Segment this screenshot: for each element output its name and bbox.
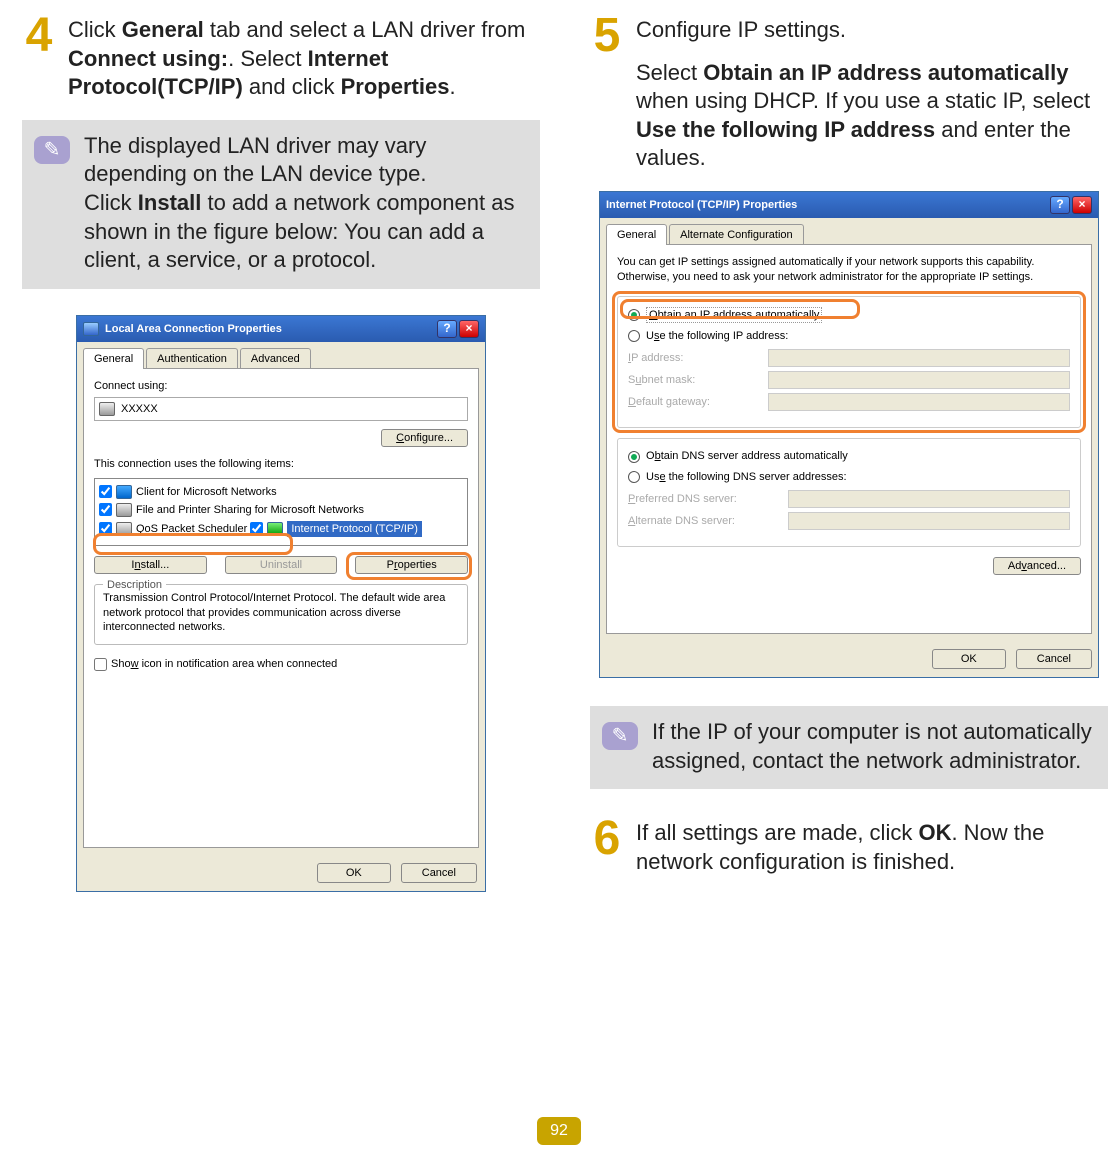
ok-button[interactable]: OK xyxy=(932,649,1006,669)
radio-dot-icon xyxy=(628,471,640,483)
step-4-number: 4 xyxy=(22,12,56,102)
ip-group: Obtain an IP address automatically Use t… xyxy=(617,296,1081,429)
help-button[interactable]: ? xyxy=(1050,196,1070,214)
ip-address-label: IP address: xyxy=(628,351,768,365)
checkbox[interactable] xyxy=(99,485,112,498)
network-items-list[interactable]: Client for Microsoft Networks File and P… xyxy=(94,478,468,547)
step-5-number: 5 xyxy=(590,12,624,173)
connect-using-label: Connect using: xyxy=(94,379,468,393)
radio-use-following-ip[interactable]: Use the following IP address: xyxy=(628,329,1070,343)
page-number: 92 xyxy=(537,1117,581,1145)
client-icon xyxy=(116,485,132,499)
radio-use-following-dns[interactable]: Use the following DNS server addresses: xyxy=(628,470,1070,484)
subnet-field[interactable] xyxy=(768,371,1070,389)
note-1-p1: The displayed LAN driver may vary depend… xyxy=(84,132,526,189)
step-5-line1: Configure IP settings. xyxy=(636,16,1108,45)
gateway-field[interactable] xyxy=(768,393,1070,411)
network-icon xyxy=(83,322,99,336)
checkbox[interactable] xyxy=(250,522,263,535)
qos-icon xyxy=(116,522,132,536)
list-item: Internet Protocol (TCP/IP) xyxy=(250,521,422,537)
alt-dns-field[interactable] xyxy=(788,512,1070,530)
tab-general[interactable]: General xyxy=(606,224,667,245)
ip-address-field[interactable] xyxy=(768,349,1070,367)
gateway-label: Default gateway: xyxy=(628,395,768,409)
close-button[interactable]: × xyxy=(459,320,479,338)
tab-advanced[interactable]: Advanced xyxy=(240,348,311,369)
note-1: ✎ The displayed LAN driver may vary depe… xyxy=(22,120,540,289)
tab-alternate[interactable]: Alternate Configuration xyxy=(669,224,804,245)
selected-item: Internet Protocol (TCP/IP) xyxy=(287,521,422,537)
configure-button[interactable]: CConfigure...onfigure... xyxy=(381,429,468,447)
tcpip-icon xyxy=(267,522,283,536)
note-1-p2: Click Install to add a network component… xyxy=(84,189,526,275)
uninstall-button[interactable]: Uninstall xyxy=(225,556,338,574)
pencil-icon: ✎ xyxy=(34,136,70,164)
step-5: 5 Configure IP settings. Select Obtain a… xyxy=(590,12,1108,173)
install-button[interactable]: Install... xyxy=(94,556,207,574)
properties-button[interactable]: Properties xyxy=(355,556,468,574)
radio-dot-icon xyxy=(628,309,640,321)
internet-protocol-properties-dialog: Internet Protocol (TCP/IP) Properties ? … xyxy=(599,191,1099,678)
list-item: File and Printer Sharing for Microsoft N… xyxy=(99,503,364,517)
dialog-titlebar: Local Area Connection Properties ? × xyxy=(77,316,485,342)
note-2: ✎ If the IP of your computer is not auto… xyxy=(590,706,1108,789)
local-area-connection-properties-dialog: Local Area Connection Properties ? × Gen… xyxy=(76,315,486,892)
show-icon-checkbox[interactable]: Show icon in notification area when conn… xyxy=(94,657,337,671)
tab-general[interactable]: General xyxy=(83,348,144,369)
alt-dns-label: Alternate DNS server: xyxy=(628,514,788,528)
step-6-text: If all settings are made, click OK. Now … xyxy=(636,815,1108,876)
printer-icon xyxy=(116,503,132,517)
list-item: Client for Microsoft Networks xyxy=(99,485,277,499)
dialog-title: Local Area Connection Properties xyxy=(105,322,282,336)
advanced-button[interactable]: Advanced... xyxy=(993,557,1081,575)
radio-dot-icon xyxy=(628,330,640,342)
close-button[interactable]: × xyxy=(1072,196,1092,214)
list-item: QoS Packet Scheduler xyxy=(99,522,247,536)
radio-obtain-dns-auto[interactable]: Obtain DNS server address automatically xyxy=(628,449,1070,463)
pref-dns-label: Preferred DNS server: xyxy=(628,492,788,506)
description-group: Description Transmission Control Protoco… xyxy=(94,584,468,645)
step-5-para: Select Obtain an IP address automaticall… xyxy=(636,59,1108,173)
dns-group: Obtain DNS server address automatically … xyxy=(617,438,1081,547)
ok-button[interactable]: OK xyxy=(317,863,391,883)
adapter-icon xyxy=(99,402,115,416)
help-button[interactable]: ? xyxy=(437,320,457,338)
radio-obtain-ip-auto[interactable]: Obtain an IP address automatically xyxy=(628,307,1070,323)
cancel-button[interactable]: Cancel xyxy=(1016,649,1092,669)
pencil-icon: ✎ xyxy=(602,722,638,750)
cancel-button[interactable]: Cancel xyxy=(401,863,477,883)
step-6-number: 6 xyxy=(590,815,624,876)
step-6: 6 If all settings are made, click OK. No… xyxy=(590,815,1108,876)
step-4-text: Click General tab and select a LAN drive… xyxy=(68,12,540,102)
pref-dns-field[interactable] xyxy=(788,490,1070,508)
uses-items-label: This connection uses the following items… xyxy=(94,457,468,471)
dialog-title: Internet Protocol (TCP/IP) Properties xyxy=(606,198,797,212)
subnet-label: Subnet mask: xyxy=(628,373,768,387)
checkbox[interactable] xyxy=(99,522,112,535)
radio-dot-icon xyxy=(628,451,640,463)
intro-text: You can get IP settings assigned automat… xyxy=(617,255,1081,284)
dialog-titlebar: Internet Protocol (TCP/IP) Properties ? … xyxy=(600,192,1098,218)
step-4: 4 Click General tab and select a LAN dri… xyxy=(22,12,540,102)
description-text: Transmission Control Protocol/Internet P… xyxy=(103,591,459,634)
tab-authentication[interactable]: Authentication xyxy=(146,348,238,369)
adapter-field[interactable]: XXXXX xyxy=(94,397,468,421)
adapter-name: XXXXX xyxy=(121,402,158,416)
checkbox[interactable] xyxy=(99,503,112,516)
description-label: Description xyxy=(103,578,166,592)
note-2-text: If the IP of your computer is not automa… xyxy=(652,718,1094,775)
